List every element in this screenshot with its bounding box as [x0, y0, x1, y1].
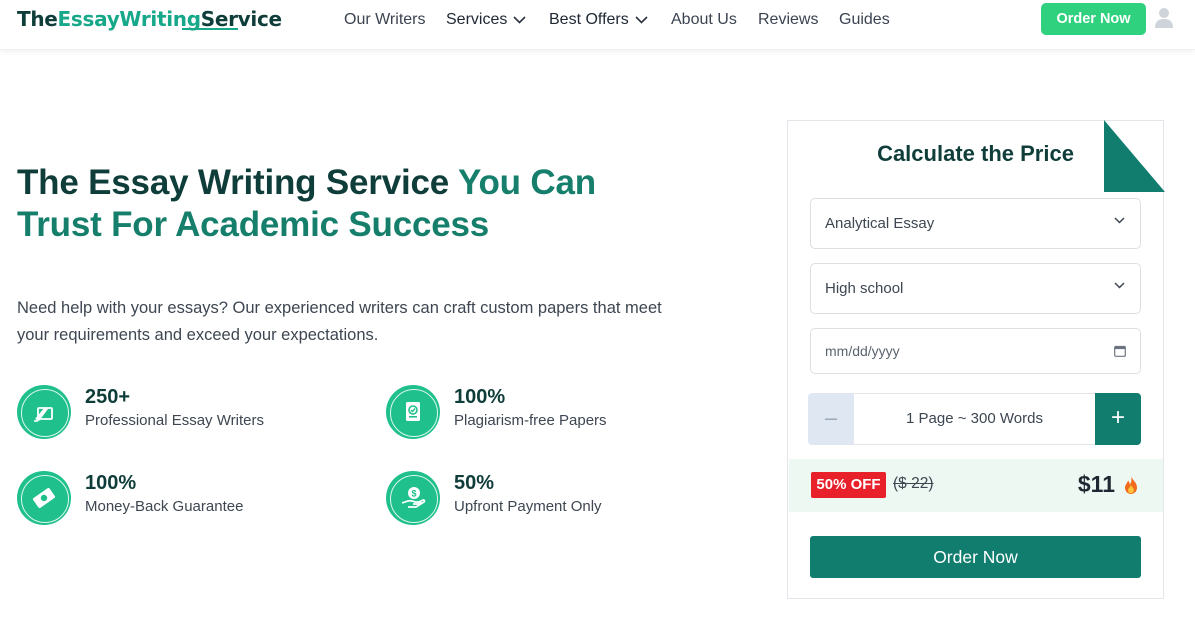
feature-money-back: 100% Money-Back Guarantee [17, 471, 243, 525]
hero-description: Need help with your essays? Our experien… [17, 299, 662, 344]
paper-type-select[interactable]: Analytical Essay [810, 198, 1141, 249]
old-price: ($ 22) [893, 475, 934, 492]
deadline-date-input[interactable]: mm/dd/yyyy [810, 328, 1141, 374]
feature-number: 250+ [85, 386, 131, 408]
feature-label: Plagiarism-free Papers [454, 412, 607, 429]
chevron-down-icon [635, 16, 648, 24]
nav-guides[interactable]: Guides [839, 11, 890, 29]
calculator-order-button[interactable]: Order Now [810, 536, 1141, 578]
feature-upfront: $ 50% Upfront Payment Only [386, 471, 602, 525]
pages-stepper: – 1 Page ~ 300 Words + [808, 393, 1141, 445]
site-logo[interactable]: TheEssayWritingService [17, 7, 282, 31]
price-calculator: Calculate the Price Analytical Essay Hig… [787, 120, 1165, 599]
nav-best-offers[interactable]: Best Offers [549, 11, 648, 29]
decrease-pages-button[interactable]: – [808, 393, 854, 445]
calculator-title: Calculate the Price [877, 141, 1074, 166]
nav-services[interactable]: Services [446, 11, 526, 29]
header-order-button[interactable]: Order Now [1041, 3, 1146, 35]
increase-pages-button[interactable]: + [1095, 393, 1141, 445]
feature-number: 100% [454, 386, 506, 408]
pages-value: 1 Page ~ 300 Words [854, 393, 1095, 445]
fire-icon [1125, 476, 1137, 494]
hero-title: The Essay Writing Service You Can Trust … [17, 163, 596, 244]
new-price: $11 [1077, 471, 1115, 497]
feature-number: 50% [454, 472, 495, 494]
price-summary: 50% OFF ($ 22) $11 [789, 459, 1163, 512]
feature-label: Money-Back Guarantee [85, 498, 244, 515]
money-back-icon [17, 471, 71, 525]
nav-our-writers[interactable]: Our Writers [344, 11, 425, 29]
hand-coin-icon: $ [386, 471, 440, 525]
chevron-down-icon [1114, 282, 1125, 289]
chevron-down-icon [513, 16, 526, 24]
svg-text:$: $ [411, 489, 416, 499]
feature-label: Upfront Payment Only [454, 498, 602, 515]
logo-underline [182, 28, 238, 30]
feature-plagiarism: 100% Plagiarism-free Papers [386, 385, 607, 439]
nav-reviews[interactable]: Reviews [758, 11, 818, 29]
chevron-down-icon [1114, 217, 1125, 224]
calendar-icon[interactable] [1114, 345, 1126, 357]
nav-about-us[interactable]: About Us [671, 11, 737, 29]
user-icon[interactable] [1154, 7, 1174, 29]
discount-badge: 50% OFF [811, 472, 886, 498]
feature-label: Professional Essay Writers [85, 412, 264, 429]
site-header: TheEssayWritingService Our Writers Servi… [0, 0, 1195, 50]
feature-number: 100% [85, 472, 137, 494]
writer-pen-icon [17, 385, 71, 439]
document-check-icon [386, 385, 440, 439]
feature-writers: 250+ Professional Essay Writers [17, 385, 264, 439]
academic-level-select[interactable]: High school [810, 263, 1141, 314]
